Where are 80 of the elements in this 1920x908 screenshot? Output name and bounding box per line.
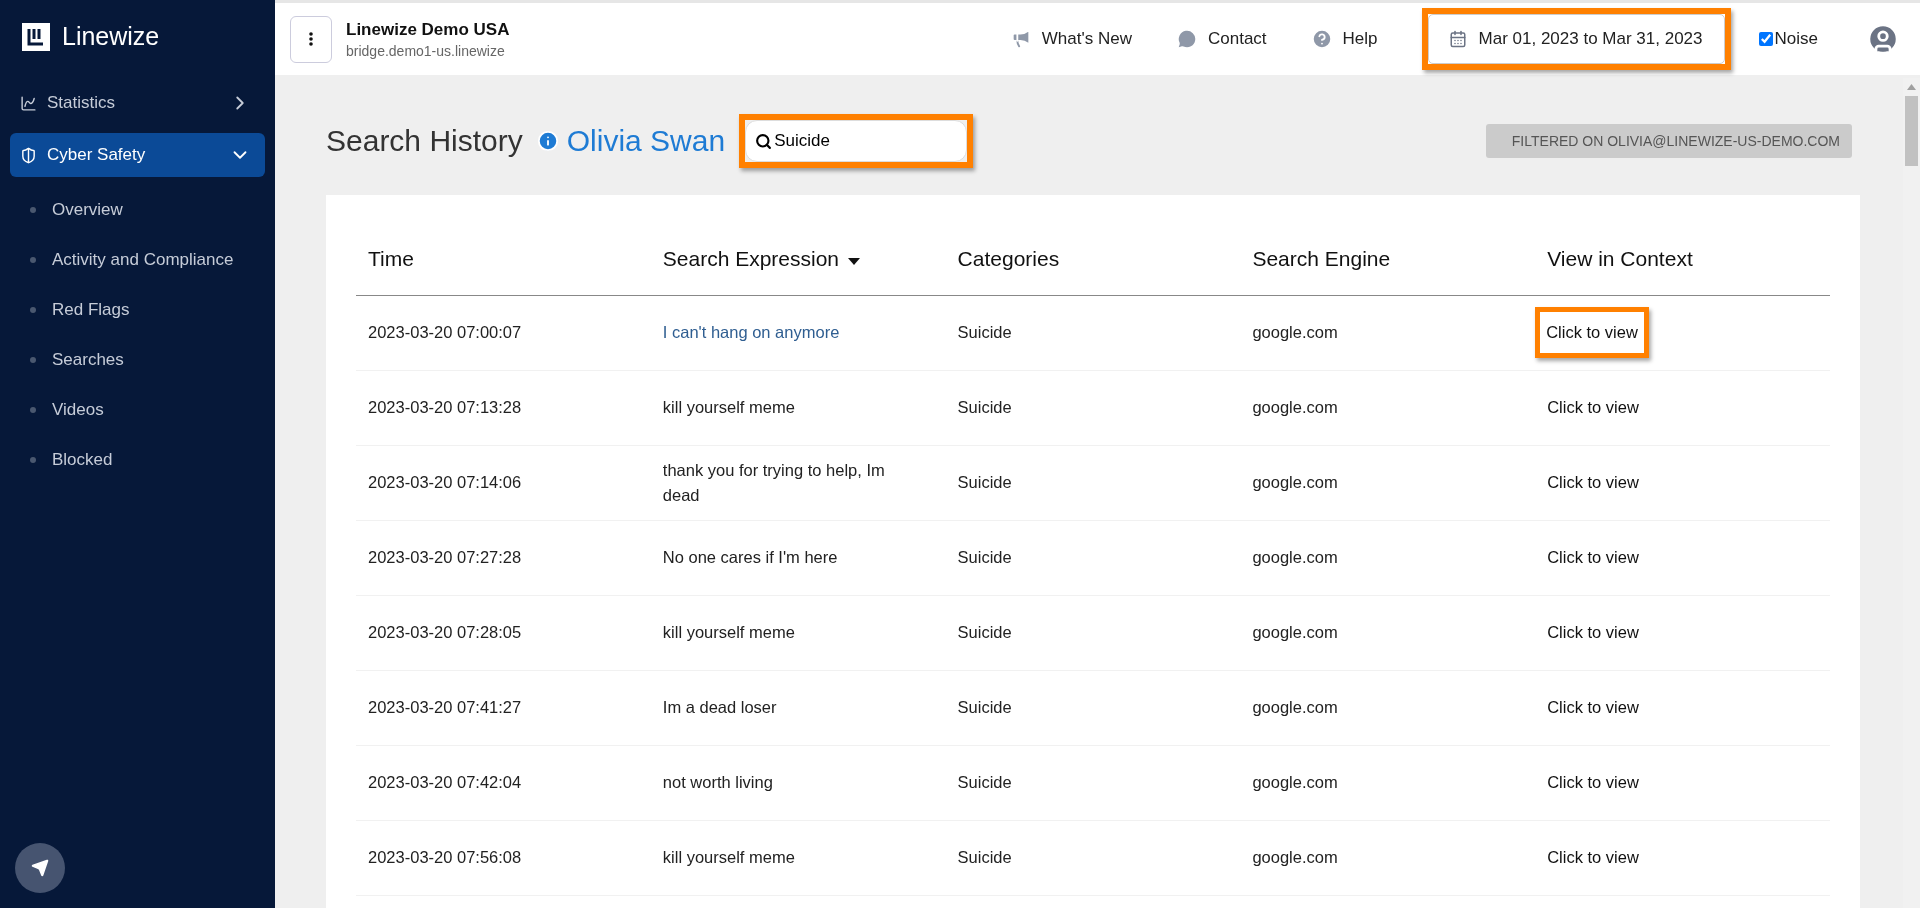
time-cell: 2023-03-20 07:42:04 <box>356 745 651 820</box>
org-name: Linewize Demo USA <box>346 19 511 40</box>
nav-item[interactable]: Searches <box>10 335 265 385</box>
engine-cell: google.com <box>1240 820 1536 895</box>
date-range-button[interactable]: Mar 01, 2023 to Mar 31, 2023 <box>1427 14 1725 64</box>
column-header[interactable]: Search Engine <box>1240 223 1536 295</box>
sort-caret-icon <box>847 256 862 266</box>
engine-cell: google.com <box>1240 520 1536 595</box>
engine-cell: google.com <box>1240 445 1536 520</box>
search-expression: Im a dead loser <box>662 697 777 719</box>
column-header[interactable]: Time <box>356 223 651 295</box>
nav-item[interactable]: Cyber Safety <box>10 133 265 177</box>
engine-cell: google.com <box>1240 745 1536 820</box>
chart-icon <box>20 94 37 112</box>
category-cell: Suicide <box>945 820 1241 895</box>
engine-cell: google.com <box>1240 595 1536 670</box>
top-link[interactable]: What's New <box>1009 28 1132 50</box>
top-link[interactable]: Help <box>1310 28 1378 50</box>
nav-item[interactable]: Blocked <box>10 435 265 485</box>
help-icon <box>1310 28 1333 50</box>
user-link[interactable]: Olivia Swan <box>536 124 726 158</box>
engine-cell: google.com <box>1240 670 1536 745</box>
search-expression: kill yourself meme <box>662 847 795 869</box>
search-expression: kill yourself meme <box>662 397 795 419</box>
nav-item[interactable]: Red Flags <box>10 285 265 335</box>
time-cell: 2023-03-20 07:14:06 <box>356 445 651 520</box>
column-header[interactable]: Search Expression <box>650 223 946 295</box>
engine-cell: google.com <box>1240 295 1536 370</box>
info-icon <box>536 130 559 152</box>
scroll-up-icon[interactable] <box>1907 84 1916 90</box>
nav-item[interactable]: Videos <box>10 385 265 435</box>
engine-cell: google.com <box>1240 370 1536 445</box>
category-cell: Suicide <box>945 745 1241 820</box>
nav-item[interactable]: Statistics <box>10 81 265 125</box>
nav-item[interactable]: Overview <box>10 185 265 235</box>
column-header[interactable]: View in Context <box>1535 223 1830 295</box>
search-expression: No one cares if I'm here <box>662 547 838 569</box>
view-link[interactable]: Click to view <box>1547 837 1639 878</box>
page-title: Search History <box>326 124 523 158</box>
time-cell: 2023-03-20 07:27:28 <box>356 520 651 595</box>
more-icon <box>309 32 313 46</box>
nav-item[interactable]: Activity and Compliance <box>10 235 265 285</box>
host-name: bridge.demo1-us.linewize <box>346 42 506 59</box>
search-expression: not worth living <box>662 772 773 794</box>
menu-button[interactable] <box>290 15 332 63</box>
filter-badge: FILTERED ON OLIVIA@LINEWIZE-US-DEMO.COM <box>1485 124 1852 158</box>
column-header[interactable]: Categories <box>945 223 1241 295</box>
category-cell: Suicide <box>945 295 1241 370</box>
search-field[interactable]: Suicide <box>745 120 968 162</box>
logo-text: Linewize <box>62 22 160 51</box>
time-cell: 2023-03-20 07:13:28 <box>356 370 651 445</box>
search-expression: I can't hang on anymore <box>662 322 840 344</box>
noise-checkbox[interactable] <box>1758 32 1773 46</box>
view-link[interactable]: Click to view <box>1547 762 1639 803</box>
view-link[interactable]: Click to view <box>1547 537 1639 578</box>
view-link[interactable]: Click to view <box>1547 462 1639 503</box>
paper-plane-icon <box>31 859 49 877</box>
speech-bubble-icon <box>1175 28 1198 50</box>
view-link[interactable]: Click to view <box>1547 387 1639 428</box>
time-cell: 2023-03-20 07:00:07 <box>356 295 651 370</box>
shield-icon <box>20 146 37 164</box>
view-link[interactable]: Click to view <box>1547 612 1639 653</box>
category-cell: Suicide <box>945 520 1241 595</box>
scroll-thumb[interactable] <box>1905 96 1918 166</box>
time-cell: 2023-03-20 07:28:05 <box>356 595 651 670</box>
search-icon <box>755 133 773 150</box>
category-cell: Suicide <box>945 445 1241 520</box>
calendar-icon <box>1448 30 1467 48</box>
category-cell: Suicide <box>945 670 1241 745</box>
category-cell: Suicide <box>945 370 1241 445</box>
time-cell: 2023-03-20 07:56:08 <box>356 820 651 895</box>
category-cell: Suicide <box>945 595 1241 670</box>
search-expression: thank you for trying to help, Im dead <box>662 459 886 506</box>
logo-icon <box>22 22 50 51</box>
top-link[interactable]: Contact <box>1175 28 1267 50</box>
view-link[interactable]: Click to view <box>1547 687 1639 728</box>
send-button[interactable] <box>15 843 65 893</box>
search-expression: kill yourself meme <box>662 622 795 644</box>
noise-label: Noise <box>1774 29 1818 49</box>
time-cell: 2023-03-20 07:41:27 <box>356 670 651 745</box>
